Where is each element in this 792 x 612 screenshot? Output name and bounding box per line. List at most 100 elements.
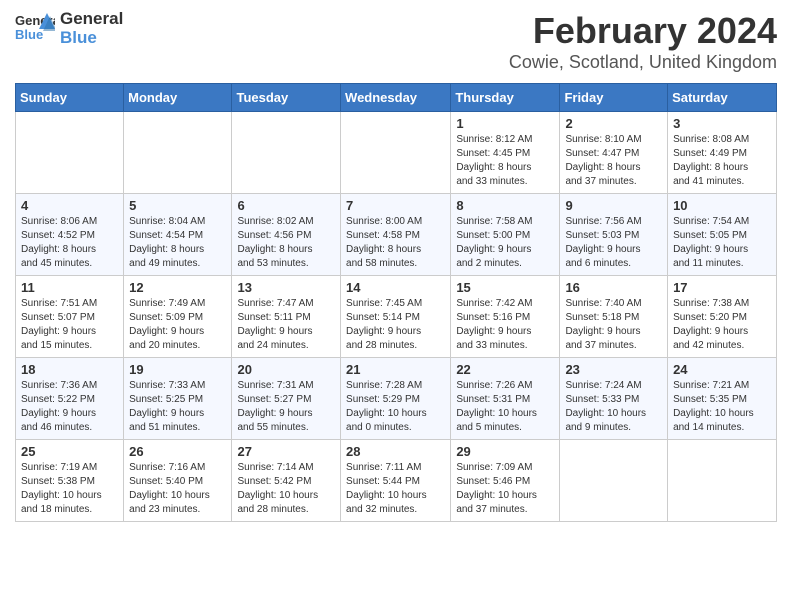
- calendar-cell: 25Sunrise: 7:19 AM Sunset: 5:38 PM Dayli…: [16, 440, 124, 522]
- day-number: 14: [346, 280, 445, 295]
- day-number: 21: [346, 362, 445, 377]
- day-info: Sunrise: 7:26 AM Sunset: 5:31 PM Dayligh…: [456, 379, 554, 435]
- day-number: 12: [129, 280, 226, 295]
- calendar-cell: 1 Sunrise: 8:12 AM Sunset: 4:45 PM Daylig…: [451, 112, 560, 194]
- calendar-cell: 4 Sunrise: 8:06 AM Sunset: 4:52 PM Daylig…: [16, 194, 124, 276]
- calendar-cell: 7Sunrise: 8:00 AM Sunset: 4:58 PM Daylig…: [341, 194, 451, 276]
- calendar-cell: 19 Sunrise: 7:33 AM Sunset: 5:25 PM Dayli…: [124, 358, 232, 440]
- day-info: Sunrise: 7:49 AM Sunset: 5:09 PM Dayligh…: [129, 297, 226, 353]
- day-number: 15: [456, 280, 554, 295]
- day-number: 19: [129, 362, 226, 377]
- day-info: Sunrise: 7:14 AM Sunset: 5:42 PM Dayligh…: [237, 461, 335, 517]
- day-info: Sunrise: 7:33 AM Sunset: 5:25 PM Dayligh…: [129, 379, 226, 435]
- day-info: Sunrise: 7:16 AM Sunset: 5:40 PM Dayligh…: [129, 461, 226, 517]
- calendar-week-4: 18Sunrise: 7:36 AM Sunset: 5:22 PM Dayli…: [16, 358, 777, 440]
- day-info: Sunrise: 7:28 AM Sunset: 5:29 PM Dayligh…: [346, 379, 445, 435]
- calendar-cell: 24Sunrise: 7:21 AM Sunset: 5:35 PM Dayli…: [668, 358, 777, 440]
- day-info: Sunrise: 7:24 AM Sunset: 5:33 PM Dayligh…: [565, 379, 662, 435]
- calendar-cell: [668, 440, 777, 522]
- day-number: 5: [129, 198, 226, 213]
- calendar-cell: 2 Sunrise: 8:10 AM Sunset: 4:47 PM Daylig…: [560, 112, 668, 194]
- calendar-cell: 16 Sunrise: 7:40 AM Sunset: 5:18 PM Dayli…: [560, 276, 668, 358]
- day-info: Sunrise: 7:54 AM Sunset: 5:05 PM Dayligh…: [673, 215, 771, 271]
- day-number: 10: [673, 198, 771, 213]
- calendar-cell: 3 Sunrise: 8:08 AM Sunset: 4:49 PM Daylig…: [668, 112, 777, 194]
- calendar-cell: 18Sunrise: 7:36 AM Sunset: 5:22 PM Dayli…: [16, 358, 124, 440]
- day-number: 22: [456, 362, 554, 377]
- calendar-cell: 21 Sunrise: 7:28 AM Sunset: 5:29 PM Dayli…: [341, 358, 451, 440]
- day-number: 3: [673, 116, 771, 131]
- calendar-week-5: 25Sunrise: 7:19 AM Sunset: 5:38 PM Dayli…: [16, 440, 777, 522]
- calendar-cell: [124, 112, 232, 194]
- day-number: 7: [346, 198, 445, 213]
- day-number: 26: [129, 444, 226, 459]
- page-container: General Blue General Blue February 2024 …: [0, 0, 792, 532]
- day-info: Sunrise: 7:45 AM Sunset: 5:14 PM Dayligh…: [346, 297, 445, 353]
- day-info: Sunrise: 7:31 AM Sunset: 5:27 PM Dayligh…: [237, 379, 335, 435]
- day-info: Sunrise: 7:47 AM Sunset: 5:11 PM Dayligh…: [237, 297, 335, 353]
- day-number: 16: [565, 280, 662, 295]
- calendar-week-2: 4 Sunrise: 8:06 AM Sunset: 4:52 PM Daylig…: [16, 194, 777, 276]
- weekday-header-row: SundayMondayTuesdayWednesdayThursdayFrid…: [16, 84, 777, 112]
- day-info: Sunrise: 7:40 AM Sunset: 5:18 PM Dayligh…: [565, 297, 662, 353]
- calendar-cell: 15 Sunrise: 7:42 AM Sunset: 5:16 PM Dayli…: [451, 276, 560, 358]
- calendar-cell: 10 Sunrise: 7:54 AM Sunset: 5:05 PM Dayli…: [668, 194, 777, 276]
- day-info: Sunrise: 8:10 AM Sunset: 4:47 PM Dayligh…: [565, 133, 662, 189]
- day-info: Sunrise: 8:06 AM Sunset: 4:52 PM Dayligh…: [21, 215, 118, 271]
- calendar-cell: [341, 112, 451, 194]
- header-area: General Blue General Blue February 2024 …: [15, 10, 777, 73]
- calendar-cell: 12 Sunrise: 7:49 AM Sunset: 5:09 PM Dayli…: [124, 276, 232, 358]
- calendar-table: SundayMondayTuesdayWednesdayThursdayFrid…: [15, 83, 777, 522]
- day-number: 17: [673, 280, 771, 295]
- day-number: 20: [237, 362, 335, 377]
- calendar-cell: 8 Sunrise: 7:58 AM Sunset: 5:00 PM Daylig…: [451, 194, 560, 276]
- day-number: 29: [456, 444, 554, 459]
- calendar-cell: 22 Sunrise: 7:26 AM Sunset: 5:31 PM Dayli…: [451, 358, 560, 440]
- calendar-cell: [560, 440, 668, 522]
- calendar-cell: 28Sunrise: 7:11 AM Sunset: 5:44 PM Dayli…: [341, 440, 451, 522]
- day-number: 11: [21, 280, 118, 295]
- logo-general-text: General: [60, 10, 123, 29]
- title-area: February 2024 Cowie, Scotland, United Ki…: [509, 10, 777, 73]
- day-number: 23: [565, 362, 662, 377]
- day-info: Sunrise: 8:04 AM Sunset: 4:54 PM Dayligh…: [129, 215, 226, 271]
- calendar-week-3: 11 Sunrise: 7:51 AM Sunset: 5:07 PM Dayli…: [16, 276, 777, 358]
- day-info: Sunrise: 7:38 AM Sunset: 5:20 PM Dayligh…: [673, 297, 771, 353]
- calendar-cell: 27 Sunrise: 7:14 AM Sunset: 5:42 PM Dayli…: [232, 440, 341, 522]
- day-number: 6: [237, 198, 335, 213]
- calendar-cell: 5 Sunrise: 8:04 AM Sunset: 4:54 PM Daylig…: [124, 194, 232, 276]
- day-number: 1: [456, 116, 554, 131]
- day-info: Sunrise: 8:08 AM Sunset: 4:49 PM Dayligh…: [673, 133, 771, 189]
- day-info: Sunrise: 7:21 AM Sunset: 5:35 PM Dayligh…: [673, 379, 771, 435]
- weekday-header-wednesday: Wednesday: [341, 84, 451, 112]
- location-title: Cowie, Scotland, United Kingdom: [509, 52, 777, 73]
- day-info: Sunrise: 8:02 AM Sunset: 4:56 PM Dayligh…: [237, 215, 335, 271]
- day-number: 2: [565, 116, 662, 131]
- day-number: 8: [456, 198, 554, 213]
- calendar-cell: [232, 112, 341, 194]
- calendar-cell: 17 Sunrise: 7:38 AM Sunset: 5:20 PM Dayli…: [668, 276, 777, 358]
- day-info: Sunrise: 7:51 AM Sunset: 5:07 PM Dayligh…: [21, 297, 118, 353]
- calendar-cell: 23 Sunrise: 7:24 AM Sunset: 5:33 PM Dayli…: [560, 358, 668, 440]
- calendar-header: SundayMondayTuesdayWednesdayThursdayFrid…: [16, 84, 777, 112]
- weekday-header-tuesday: Tuesday: [232, 84, 341, 112]
- calendar-cell: 20 Sunrise: 7:31 AM Sunset: 5:27 PM Dayli…: [232, 358, 341, 440]
- calendar-cell: 14 Sunrise: 7:45 AM Sunset: 5:14 PM Dayli…: [341, 276, 451, 358]
- day-info: Sunrise: 7:56 AM Sunset: 5:03 PM Dayligh…: [565, 215, 662, 271]
- svg-text:Blue: Blue: [15, 27, 43, 42]
- weekday-header-saturday: Saturday: [668, 84, 777, 112]
- calendar-cell: 11 Sunrise: 7:51 AM Sunset: 5:07 PM Dayli…: [16, 276, 124, 358]
- calendar-body: 1 Sunrise: 8:12 AM Sunset: 4:45 PM Daylig…: [16, 112, 777, 522]
- calendar-cell: 9 Sunrise: 7:56 AM Sunset: 5:03 PM Daylig…: [560, 194, 668, 276]
- day-number: 18: [21, 362, 118, 377]
- weekday-header-sunday: Sunday: [16, 84, 124, 112]
- day-info: Sunrise: 7:58 AM Sunset: 5:00 PM Dayligh…: [456, 215, 554, 271]
- day-info: Sunrise: 7:42 AM Sunset: 5:16 PM Dayligh…: [456, 297, 554, 353]
- day-number: 27: [237, 444, 335, 459]
- day-number: 4: [21, 198, 118, 213]
- weekday-header-thursday: Thursday: [451, 84, 560, 112]
- day-info: Sunrise: 8:12 AM Sunset: 4:45 PM Dayligh…: [456, 133, 554, 189]
- calendar-cell: [16, 112, 124, 194]
- calendar-cell: 26 Sunrise: 7:16 AM Sunset: 5:40 PM Dayli…: [124, 440, 232, 522]
- day-number: 9: [565, 198, 662, 213]
